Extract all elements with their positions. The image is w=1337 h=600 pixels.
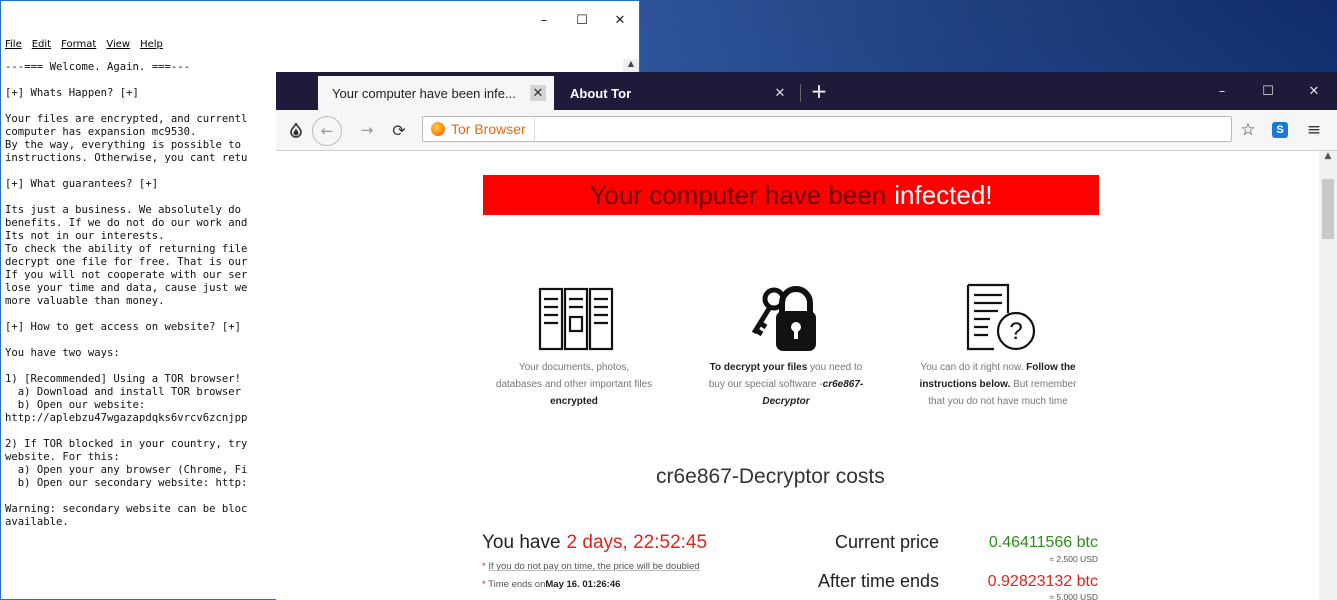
after-price-usd: ≈ 5,000 USD (1049, 592, 1098, 600)
feature-text: You can do it right now. (920, 362, 1024, 373)
feature-text: Your documents, photos, (518, 362, 630, 373)
tab-label: Your computer have been infe... (332, 85, 516, 101)
close-tab-icon[interactable]: ✕ (772, 85, 788, 101)
firefox-icon (431, 122, 445, 136)
menu-format[interactable]: Format (61, 39, 96, 55)
close-button[interactable]: ✕ (601, 1, 639, 39)
minimize-button[interactable]: – (1199, 72, 1245, 110)
feature-encrypted: Your documents, photos, databases and ot… (474, 359, 674, 410)
after-time-label: After time ends (817, 571, 939, 591)
back-arrow-icon[interactable]: ← (312, 116, 342, 146)
notepad-titlebar[interactable]: – ☐ ✕ (1, 1, 639, 39)
feature-decrypt: To decrypt your files you need to buy ou… (686, 359, 886, 410)
bookmark-star-icon[interactable]: ☆ (1236, 117, 1260, 143)
site-identity[interactable]: Tor Browser (423, 117, 535, 141)
current-price-usd: ≈ 2,500 USD (1049, 554, 1098, 564)
tab-divider (800, 84, 801, 102)
svg-text:?: ? (1009, 318, 1022, 345)
reload-icon[interactable]: ⟳ (386, 117, 412, 143)
time-ends-note: * Time ends onMay 16. 01:26:46 (482, 579, 620, 590)
address-bar[interactable]: Tor Browser (422, 116, 1232, 142)
menu-edit[interactable]: Edit (32, 39, 51, 55)
tab-ransom-page[interactable]: Your computer have been infe... ✕ (318, 76, 554, 110)
page-scrollbar[interactable]: ▲ (1319, 151, 1337, 600)
close-button[interactable]: ✕ (1291, 72, 1337, 110)
countdown-timer: 2 days, 22:52:45 (566, 532, 708, 553)
scrollbar-thumb[interactable] (1322, 179, 1334, 239)
maximize-button[interactable]: ☐ (563, 1, 601, 39)
price-doubled-note: * If you do not pay on time, the price w… (482, 561, 700, 572)
menu-help[interactable]: Help (140, 39, 163, 55)
scroll-up-icon[interactable]: ▲ (623, 59, 639, 68)
feature-text: that you do not have much time (928, 396, 1068, 407)
key-lock-icon (746, 283, 836, 359)
feature-text: you need to (807, 362, 863, 373)
infected-banner: Your computer have been infected! (483, 175, 1099, 215)
feature-strong: encrypted (550, 396, 598, 407)
feature-text: buy our special software - (708, 379, 823, 390)
maximize-button[interactable]: ☐ (1245, 72, 1291, 110)
tor-onion-icon[interactable] (284, 117, 308, 143)
banner-exclaim: ! (985, 179, 993, 210)
close-tab-icon[interactable]: ✕ (530, 85, 546, 101)
feature-strong: instructions below. (919, 379, 1011, 390)
tab-about-tor[interactable]: About Tor ✕ (556, 76, 796, 110)
after-price-value: 0.92823132 btc (987, 573, 1098, 590)
document-question-icon: ? (964, 283, 1044, 359)
deadline-date: May 16. 01:26:46 (545, 579, 621, 590)
feature-time: You can do it right now. Follow the inst… (898, 359, 1098, 410)
ransom-page-content: Your computer have been infected! ? Your… (276, 151, 1319, 600)
menu-hamburger-icon[interactable]: ≡ (1302, 117, 1326, 143)
countdown-row: You have 2 days, 22:52:45 (482, 532, 707, 554)
tab-strip: Your computer have been infe... ✕ About … (276, 72, 1337, 110)
feature-text: databases and other important files (495, 379, 653, 390)
feature-strong: To decrypt your files (709, 362, 808, 373)
feature-text: But remember (1010, 379, 1077, 390)
notepad-menubar: File Edit Format View Help (1, 39, 639, 55)
tor-browser-window: Your computer have been infe... ✕ About … (276, 72, 1337, 600)
costs-heading: cr6e867-Decryptor costs (656, 465, 885, 488)
software-name: cr6e867- (822, 379, 864, 390)
note-text: Time ends on (488, 579, 546, 590)
asterisk: * (482, 579, 486, 590)
menu-view[interactable]: View (106, 39, 130, 55)
new-tab-button[interactable]: + (804, 76, 834, 106)
note-text: If you do not pay on time, the price wil… (488, 561, 700, 572)
software-name: Decryptor (762, 396, 810, 407)
asterisk: * (482, 561, 486, 572)
desktop-background (640, 0, 1337, 80)
minimize-button[interactable]: – (525, 1, 563, 39)
navigation-toolbar: ← → ⟳ Tor Browser ☆ S ≡ (276, 110, 1337, 151)
feature-strong: Follow the (1023, 362, 1076, 373)
current-price-label: Current price (834, 532, 939, 552)
address-label: Tor Browser (451, 121, 526, 137)
banner-text: Your computer have been (589, 179, 887, 210)
tab-label: About Tor (570, 85, 632, 101)
you-have-label: You have (482, 532, 561, 553)
forward-arrow-icon[interactable]: → (354, 117, 380, 143)
menu-file[interactable]: File (5, 39, 22, 55)
current-price-value: 0.46411566 btc (988, 534, 1098, 551)
files-icon (536, 287, 616, 355)
banner-highlight: infected (894, 179, 986, 210)
scroll-up-icon[interactable]: ▲ (1319, 151, 1337, 165)
noscript-extension-icon[interactable]: S (1268, 117, 1292, 143)
